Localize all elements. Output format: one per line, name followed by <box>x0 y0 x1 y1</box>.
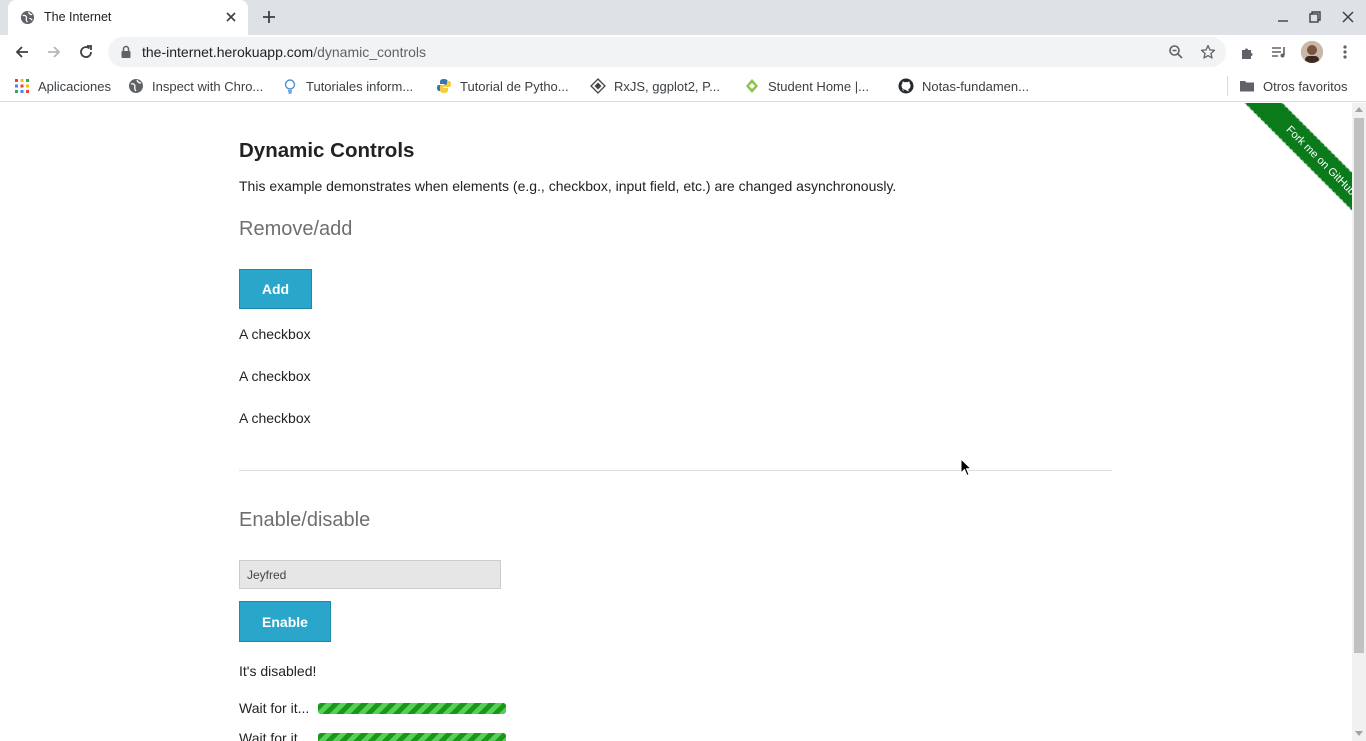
media-queue-icon[interactable] <box>1271 44 1287 60</box>
loading-indicator: Wait for it... <box>239 730 507 741</box>
minimize-icon[interactable] <box>1275 9 1291 25</box>
page-viewport: Dynamic Controls This example demonstrat… <box>0 103 1352 741</box>
bookmarks-separator <box>1227 76 1228 96</box>
bookmark-label: RxJS, ggplot2, P... <box>614 78 720 94</box>
bookmark-label: Tutoriales inform... <box>306 78 414 94</box>
browser-toolbar: the-internet.herokuapp.com/dynamic_contr… <box>0 35 1366 69</box>
bookmark-inspect[interactable]: Inspect with Chro... <box>128 77 263 95</box>
extensions-icon[interactable] <box>1240 44 1256 60</box>
zoom-icon[interactable] <box>1168 44 1184 60</box>
reload-icon[interactable] <box>77 43 95 61</box>
new-tab-icon[interactable] <box>261 9 277 25</box>
avatar-image <box>1301 41 1323 63</box>
bookmark-notas[interactable]: Notas-fundamen... <box>898 77 1029 95</box>
forward-icon[interactable] <box>45 43 63 61</box>
bookmark-label: Notas-fundamen... <box>922 78 1029 94</box>
enable-disable-heading: Enable/disable <box>239 509 371 531</box>
bookmark-python[interactable]: Tutorial de Pytho... <box>436 77 569 95</box>
loading-label: Wait for it... <box>239 730 310 741</box>
fork-ribbon-text[interactable]: Fork me on GitHub <box>1237 103 1352 245</box>
bookmark-tutoriales[interactable]: Tutoriales inform... <box>282 77 413 95</box>
folder-icon <box>1240 81 1254 92</box>
bookmark-label: Otros favoritos <box>1263 78 1348 94</box>
page-title: Dynamic Controls <box>239 139 415 162</box>
remove-add-heading: Remove/add <box>239 218 353 240</box>
section-divider <box>239 470 1112 471</box>
bookmark-label: Aplicaciones <box>38 78 111 94</box>
checkbox-label: A checkbox <box>239 410 311 426</box>
loading-label: Wait for it... <box>239 700 310 716</box>
page-scrollbar[interactable] <box>1352 103 1366 741</box>
leaf-icon <box>746 79 758 93</box>
bookmark-label: Inspect with Chro... <box>152 78 264 94</box>
close-tab-icon[interactable] <box>224 10 238 24</box>
bookmark-student-home[interactable]: Student Home |... <box>744 77 869 95</box>
progress-bar-fill <box>318 732 507 741</box>
mouse-cursor-icon <box>960 458 972 477</box>
profile-avatar[interactable] <box>1301 41 1323 63</box>
menu-icon[interactable] <box>1337 44 1353 60</box>
enable-button[interactable]: Enable <box>239 601 331 642</box>
python-icon <box>437 79 451 93</box>
progress-bar <box>318 732 507 741</box>
tab-strip: The Internet <box>0 0 1366 35</box>
url-path: /dynamic_controls <box>313 44 427 60</box>
bulb-icon <box>284 79 296 94</box>
tab-title: The Internet <box>44 10 112 24</box>
status-message: It's disabled! <box>239 663 317 679</box>
globe-icon <box>129 79 143 93</box>
address-bar[interactable]: the-internet.herokuapp.com/dynamic_contr… <box>108 37 1226 67</box>
restore-icon[interactable] <box>1307 9 1323 25</box>
page-description: This example demonstrates when elements … <box>239 178 897 194</box>
back-icon[interactable] <box>13 43 31 61</box>
url-text[interactable]: the-internet.herokuapp.com/dynamic_contr… <box>142 44 426 60</box>
bookmarks-bar: Aplicaciones Inspect with Chro... Tutori… <box>0 69 1366 102</box>
lock-icon[interactable] <box>120 45 132 59</box>
star-icon[interactable] <box>1200 44 1216 60</box>
close-window-icon[interactable] <box>1340 9 1356 25</box>
loading-indicator: Wait for it... <box>239 700 507 716</box>
browser-tab[interactable]: The Internet <box>8 0 248 35</box>
add-button[interactable]: Add <box>239 269 312 309</box>
github-icon <box>898 78 914 94</box>
globe-icon <box>20 10 35 25</box>
bookmark-other[interactable]: Otros favoritos <box>1239 77 1348 95</box>
scroll-down-arrow-icon[interactable] <box>1355 731 1363 736</box>
apps-grid-icon <box>15 79 29 93</box>
url-host: the-internet.herokuapp.com <box>142 44 314 60</box>
diamond-icon <box>590 78 606 94</box>
checkbox-label: A checkbox <box>239 326 311 342</box>
text-input[interactable] <box>239 560 501 589</box>
bookmark-label: Student Home |... <box>768 78 869 94</box>
checkbox-label: A checkbox <box>239 368 311 384</box>
progress-bar-fill <box>318 702 507 714</box>
bookmark-label: Tutorial de Pytho... <box>460 78 569 94</box>
github-ribbon[interactable]: Fork me on GitHub <box>1202 103 1352 253</box>
bookmark-apps[interactable]: Aplicaciones <box>14 77 111 95</box>
progress-bar <box>318 702 507 714</box>
scrollbar-thumb[interactable] <box>1354 118 1364 653</box>
bookmark-rxjs[interactable]: RxJS, ggplot2, P... <box>590 77 720 95</box>
scroll-up-arrow-icon[interactable] <box>1355 107 1363 112</box>
